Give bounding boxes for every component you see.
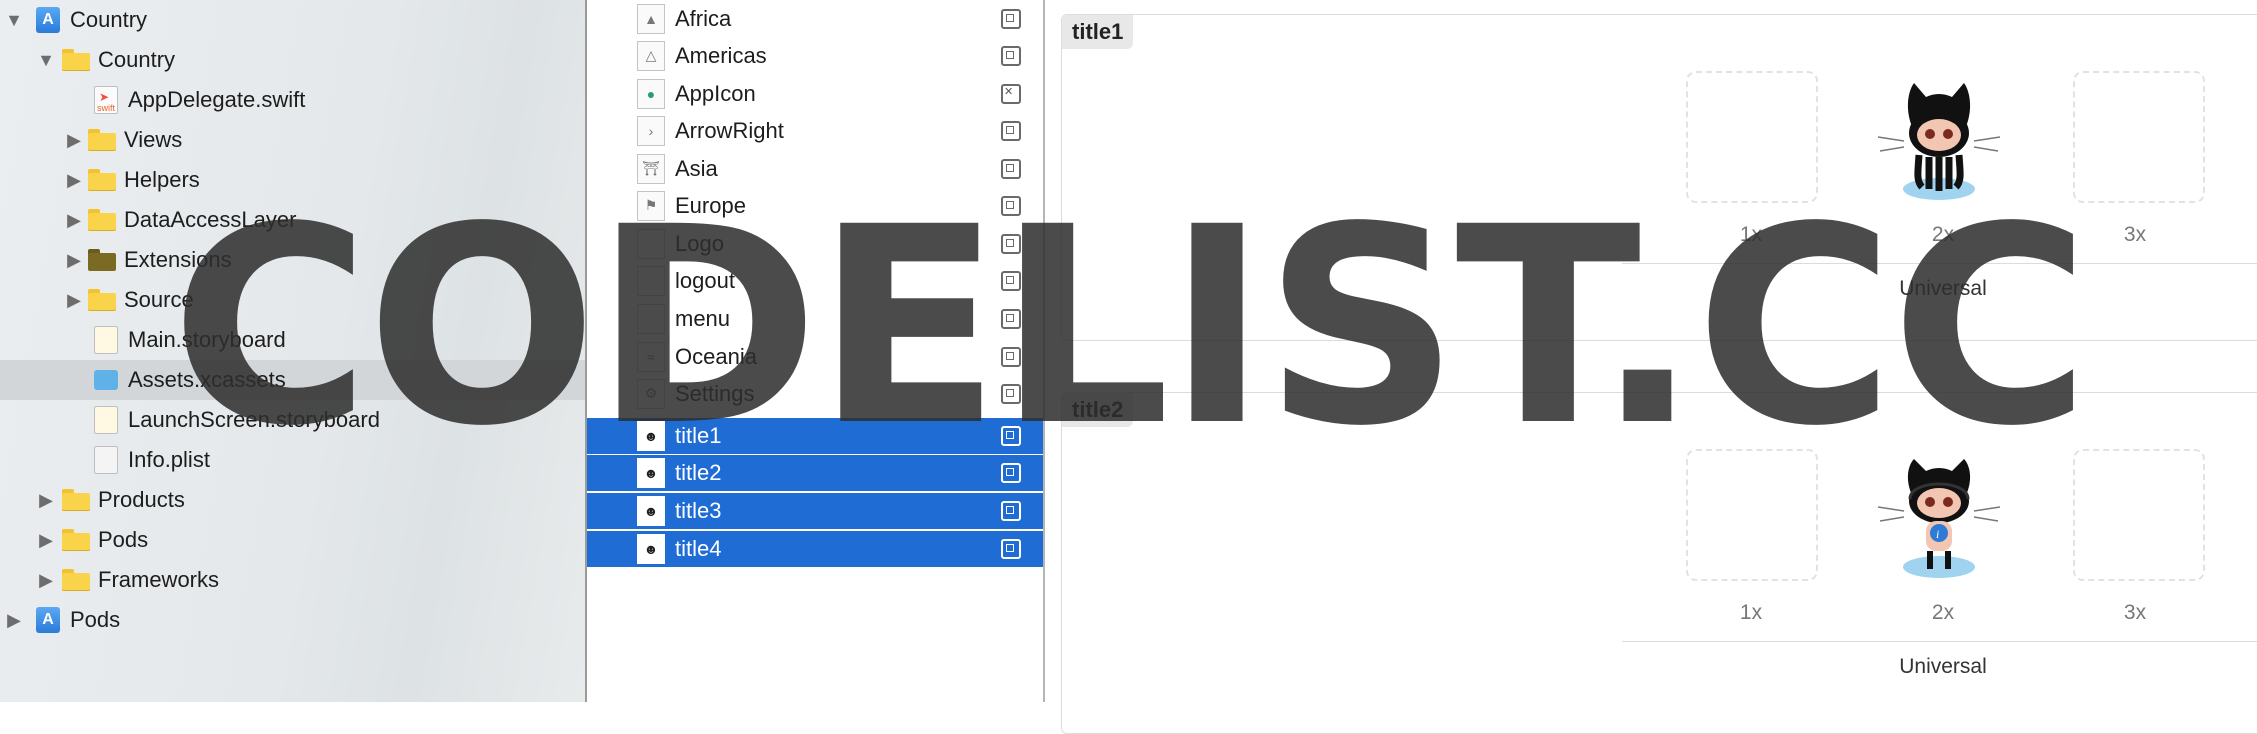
- asset-badge-icon: [1001, 8, 1021, 29]
- folder-icon: [62, 567, 90, 593]
- asset-badge-icon: [1001, 120, 1021, 141]
- disclosure-closed-icon[interactable]: ▶: [36, 570, 56, 591]
- nav-item-label: Pods: [70, 607, 121, 632]
- device-divider: [1622, 641, 2257, 642]
- nav-item-label: Frameworks: [98, 567, 220, 592]
- disclosure-open-icon[interactable]: ▼: [36, 50, 56, 71]
- asset-thumbnail-icon: ☻: [637, 496, 665, 526]
- disclosure-closed-icon[interactable]: ▶: [36, 490, 56, 511]
- disclosure-closed-icon[interactable]: ▶: [64, 130, 84, 151]
- asset-item-appicon[interactable]: ● AppIcon: [587, 75, 1043, 112]
- asset-item-arrowright[interactable]: › ArrowRight: [587, 112, 1043, 149]
- asset-badge-icon: [1001, 501, 1021, 521]
- nav-item-label: Pods: [98, 527, 149, 552]
- disclosure-open-icon[interactable]: ▼: [4, 10, 24, 31]
- nav-item-label: Products: [98, 487, 185, 512]
- nav-item-views[interactable]: ▶ Views: [0, 120, 585, 160]
- folder-icon: [62, 527, 90, 553]
- asset-name: Americas: [675, 42, 767, 68]
- nav-item-label: Country: [98, 47, 176, 72]
- asset-badge-icon: [1001, 539, 1021, 559]
- watermark: CODELIST.CC: [170, 170, 2091, 486]
- nav-item-pods-project[interactable]: ▶ A Pods: [0, 600, 585, 640]
- asset-thumbnail-icon: ▲: [637, 3, 665, 34]
- nav-item-pods-group[interactable]: ▶ Pods: [0, 520, 585, 560]
- slot-3x[interactable]: [2073, 71, 2205, 203]
- asset-item-title4[interactable]: ☻ title4: [587, 531, 1043, 568]
- swift-file-icon: swift: [92, 86, 120, 114]
- image-set-name: title1: [1062, 15, 1134, 49]
- asset-item-americas[interactable]: △ Americas: [587, 37, 1043, 74]
- asset-thumbnail-icon: ›: [637, 115, 665, 146]
- disclosure-closed-icon[interactable]: ▶: [4, 610, 24, 631]
- asset-thumbnail-icon: ●: [637, 78, 665, 109]
- nav-item-products[interactable]: ▶ Products: [0, 480, 585, 520]
- asset-name: title3: [675, 498, 722, 523]
- asset-name: ArrowRight: [675, 117, 784, 143]
- disclosure-closed-icon[interactable]: ▶: [64, 170, 84, 191]
- project-icon: A: [34, 607, 62, 633]
- scale-label-3x: 3x: [2123, 601, 2147, 624]
- scale-label-2x: 2x: [1931, 601, 1955, 624]
- folder-icon: [62, 487, 90, 513]
- asset-item-africa[interactable]: ▲ Africa: [587, 0, 1043, 37]
- nav-item-frameworks[interactable]: ▶ Frameworks: [0, 560, 585, 600]
- scale-label-1x: 1x: [1739, 601, 1763, 624]
- project-icon: A: [34, 7, 62, 33]
- nav-item-label: Views: [124, 127, 183, 152]
- folder-icon: [88, 127, 116, 153]
- asset-thumbnail-icon: △: [637, 40, 665, 71]
- asset-name: Africa: [675, 5, 732, 31]
- asset-name: AppIcon: [675, 80, 756, 106]
- disclosure-closed-icon[interactable]: ▶: [36, 530, 56, 551]
- appicon-badge-icon: [1001, 83, 1021, 104]
- nav-item-label: Country: [70, 7, 148, 32]
- svg-text:i: i: [1936, 527, 1939, 541]
- slot-3x[interactable]: [2073, 449, 2205, 581]
- asset-name: title4: [675, 536, 722, 561]
- nav-item-appdelegate[interactable]: swift AppDelegate.swift: [0, 80, 585, 120]
- nav-item-label: AppDelegate.swift: [128, 87, 306, 112]
- asset-thumbnail-icon: ☻: [637, 534, 665, 564]
- folder-icon: [62, 47, 90, 73]
- asset-item-title3[interactable]: ☻ title3: [587, 493, 1043, 530]
- device-label: Universal: [1899, 655, 1987, 678]
- asset-badge-icon: [1001, 45, 1021, 66]
- nav-item-country-group[interactable]: ▼ Country: [0, 40, 585, 80]
- folder-icon: [88, 167, 116, 193]
- nav-item-country-project[interactable]: ▼ A Country: [0, 0, 585, 40]
